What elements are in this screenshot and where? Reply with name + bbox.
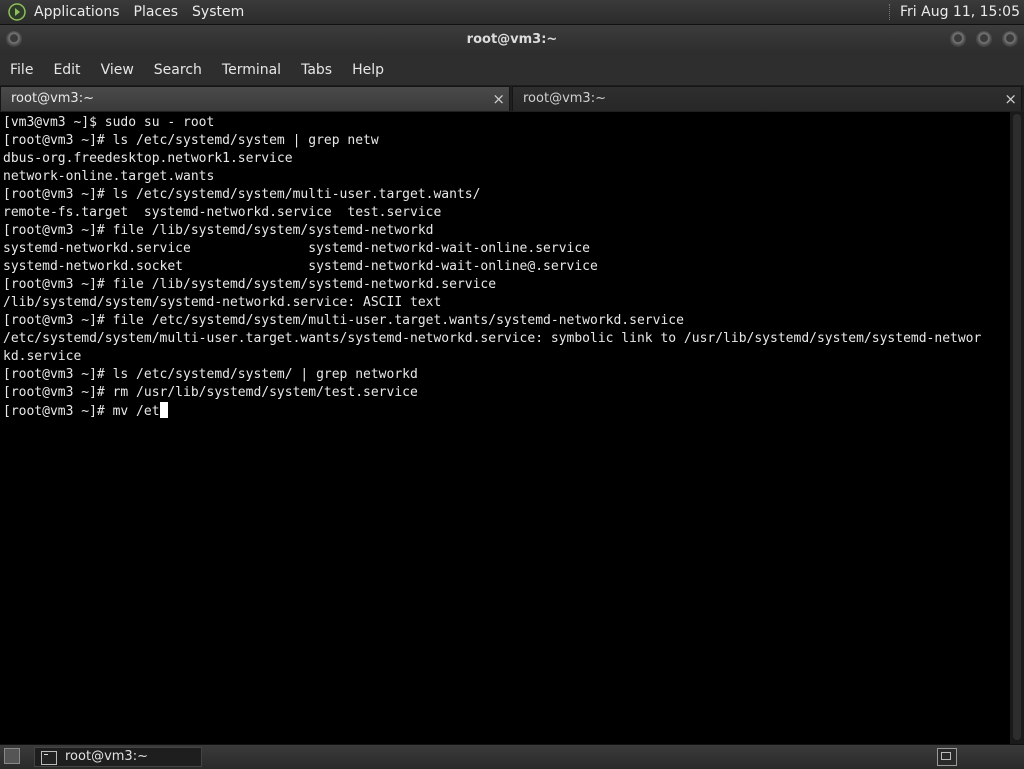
menu-terminal[interactable]: Terminal: [222, 62, 281, 78]
terminal-line: remote-fs.target systemd-networkd.servic…: [3, 205, 442, 220]
panel-separator: [889, 4, 892, 20]
tab-label: root@vm3:~: [523, 91, 606, 106]
tab-close-icon[interactable]: ×: [492, 87, 505, 111]
tab-terminal-1[interactable]: root@vm3:~ ×: [0, 86, 510, 111]
terminal-icon: [41, 751, 57, 765]
terminal-line: [root@vm3 ~]# ls /etc/systemd/system/mul…: [3, 187, 481, 202]
menu-tabs[interactable]: Tabs: [301, 62, 332, 78]
terminal-line: kd.service: [3, 349, 82, 364]
distro-logo-icon[interactable]: [8, 3, 26, 21]
window-title: root@vm3:~: [466, 32, 558, 47]
system-menu[interactable]: System: [192, 4, 244, 20]
terminal-line: [root@vm3 ~]# rm /usr/lib/systemd/system…: [3, 385, 418, 400]
menu-view[interactable]: View: [101, 62, 134, 78]
text-cursor: [159, 402, 168, 418]
tab-label: root@vm3:~: [11, 91, 94, 106]
taskbar-window-button[interactable]: root@vm3:~: [34, 747, 202, 767]
workspace-switcher-icon[interactable]: [937, 748, 957, 766]
terminal-line: systemd-networkd.service systemd-network…: [3, 241, 590, 256]
terminal-line: network-online.target.wants: [3, 169, 215, 184]
scrollbar-thumb[interactable]: [1013, 114, 1021, 740]
minimize-icon[interactable]: [950, 31, 966, 47]
terminal-line: [root@vm3 ~]# file /lib/systemd/system/s…: [3, 223, 434, 238]
terminal-line: [vm3@vm3 ~]$ sudo su - root: [3, 115, 215, 130]
terminal-line: /lib/systemd/system/systemd-networkd.ser…: [3, 295, 442, 310]
terminal-line: [root@vm3 ~]# ls /etc/systemd/system/ | …: [3, 367, 418, 382]
terminal-scrollbar[interactable]: [1010, 112, 1024, 744]
terminal-line: [root@vm3 ~]# ls /etc/systemd/system | g…: [3, 133, 379, 148]
terminal-line: [root@vm3 ~]# file /lib/systemd/system/s…: [3, 277, 497, 292]
terminal-input-line[interactable]: [root@vm3 ~]# mv /et: [3, 404, 160, 419]
terminal-line: [root@vm3 ~]# file /etc/systemd/system/m…: [3, 313, 684, 328]
menu-edit[interactable]: Edit: [53, 62, 80, 78]
terminal-line: dbus-org.freedesktop.network1.service: [3, 151, 293, 166]
top-panel: Applications Places System Fri Aug 11, 1…: [0, 0, 1024, 25]
terminal-line: /etc/systemd/system/multi-user.target.wa…: [3, 331, 982, 346]
show-desktop-icon[interactable]: [4, 748, 20, 764]
terminal-output[interactable]: [vm3@vm3 ~]$ sudo su - root [root@vm3 ~]…: [0, 112, 1010, 744]
bottom-panel: root@vm3:~: [0, 744, 1024, 769]
taskbar-window-label: root@vm3:~: [65, 749, 148, 764]
menu-file[interactable]: File: [10, 62, 33, 78]
menu-help[interactable]: Help: [352, 62, 384, 78]
applications-menu[interactable]: Applications: [34, 4, 120, 20]
tab-bar: root@vm3:~ × root@vm3:~ ×: [0, 86, 1024, 112]
menu-search[interactable]: Search: [154, 62, 202, 78]
terminal-line: systemd-networkd.socket systemd-networkd…: [3, 259, 598, 274]
maximize-icon[interactable]: [976, 31, 992, 47]
clock[interactable]: Fri Aug 11, 15:05: [900, 4, 1020, 20]
tab-terminal-2[interactable]: root@vm3:~ ×: [512, 86, 1022, 111]
terminal-text: [vm3@vm3 ~]$ sudo su - root [root@vm3 ~]…: [0, 112, 1010, 421]
tab-close-icon[interactable]: ×: [1004, 87, 1017, 111]
places-menu[interactable]: Places: [134, 4, 179, 20]
window-titlebar[interactable]: root@vm3:~: [0, 25, 1024, 55]
close-icon[interactable]: [1002, 31, 1018, 47]
menu-bar: File Edit View Search Terminal Tabs Help: [0, 55, 1024, 85]
